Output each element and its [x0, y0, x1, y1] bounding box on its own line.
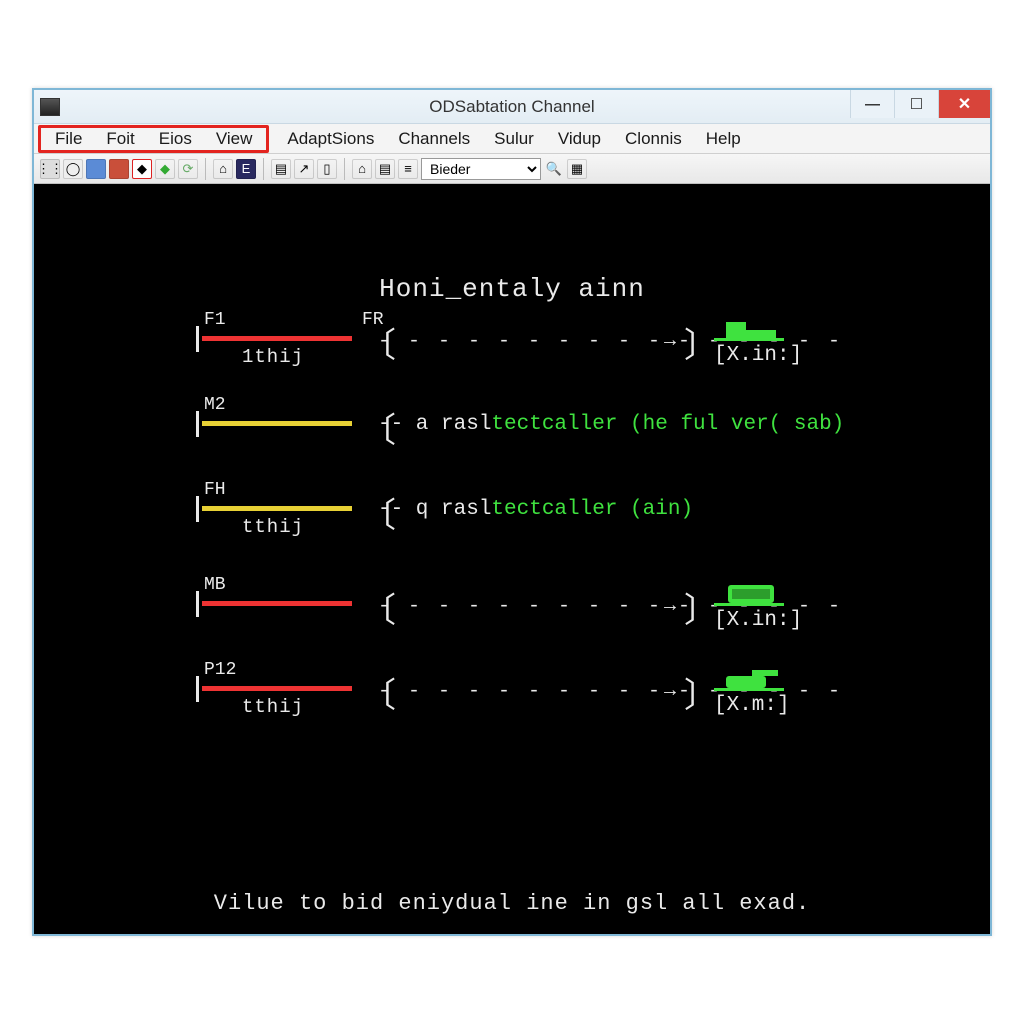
row-bar [202, 686, 352, 691]
menu-highlight-box: File Foit Eios View [38, 125, 269, 153]
row-tag: MB [204, 575, 226, 595]
row-tag: FH [204, 480, 226, 500]
tool-icon-6[interactable]: ◆ [155, 159, 175, 179]
row-text: -- a rasltectcaller (he ful ver( sab) [378, 413, 844, 436]
row-tag: M2 [204, 395, 226, 415]
menu-adaptsions[interactable]: AdaptSions [275, 127, 386, 151]
menu-help[interactable]: Help [694, 127, 753, 151]
row-tick [196, 676, 199, 702]
tool-icon-4[interactable] [109, 159, 129, 179]
row-text: -- q rasltectcaller (ain) [378, 498, 693, 521]
sprite-underline [714, 688, 784, 691]
tool-icon-12[interactable]: ▯ [317, 159, 337, 179]
sprite-underline [714, 338, 784, 341]
canvas-footer: Vilue to bid eniydual ine in gsl all exa… [34, 891, 990, 916]
toolbar-sep-3 [344, 158, 345, 180]
row-tick [196, 496, 199, 522]
tool-icon-1[interactable]: ⋮⋮ [40, 159, 60, 179]
app-window: ODSabtation Channel File Foit Eios View … [32, 88, 992, 936]
titlebar: ODSabtation Channel [34, 90, 990, 124]
sprite-icon [722, 581, 780, 605]
bracket-close-icon: 〕 [684, 318, 718, 368]
window-title: ODSabtation Channel [34, 97, 990, 117]
toolbar: ⋮⋮ ◯ ◆ ◆ ⟳ ⌂ E ▤ ↗ ▯ ⌂ ▤ ≡ Bieder 🔍 ▦ [34, 154, 990, 184]
toolbar-select[interactable]: Bieder [421, 158, 541, 180]
window-controls [850, 90, 990, 118]
tool-icon-8[interactable]: ⌂ [213, 159, 233, 179]
tool-icon-2[interactable]: ◯ [63, 159, 83, 179]
row-sublabel: tthij [242, 696, 304, 718]
bracket-close-icon: 〕 [684, 583, 718, 633]
toolbar-sep-1 [205, 158, 206, 180]
arrow-head-icon: → [664, 330, 676, 353]
row-sublabel: 1thij [242, 346, 304, 368]
toolbar-sep-2 [263, 158, 264, 180]
menu-file[interactable]: File [43, 127, 94, 151]
signal-row-F1: F1FR1thij〔- - - - - - - - - - - - - - - … [194, 314, 910, 384]
tool-icon-5[interactable]: ◆ [132, 159, 152, 179]
menu-channels[interactable]: Channels [386, 127, 482, 151]
row-end-label: [X.m:] [714, 694, 790, 717]
menu-vidup[interactable]: Vidup [546, 127, 613, 151]
row-sublabel: tthij [242, 516, 304, 538]
menu-clonnis[interactable]: Clonnis [613, 127, 694, 151]
arrow-head-icon: → [664, 595, 676, 618]
tool-icon-3[interactable] [86, 159, 106, 179]
menu-sulur[interactable]: Sulur [482, 127, 546, 151]
tool-icon-10[interactable]: ▤ [271, 159, 291, 179]
menu-eios[interactable]: Eios [147, 127, 204, 151]
terminal-canvas: Honi_entaly ainn F1FR1thij〔- - - - - - -… [34, 184, 990, 934]
tool-icon-11[interactable]: ↗ [294, 159, 314, 179]
row-tick [196, 591, 199, 617]
menu-view[interactable]: View [204, 127, 265, 151]
minimize-button[interactable] [850, 90, 894, 118]
sprite-underline [714, 603, 784, 606]
arrow-head-icon: → [664, 680, 676, 703]
row-bar [202, 506, 352, 511]
home-icon[interactable]: ⌂ [352, 159, 372, 179]
row-tag: P12 [204, 660, 236, 680]
sprite-icon [722, 666, 780, 690]
row-bar [202, 601, 352, 606]
menubar: File Foit Eios View AdaptSions Channels … [34, 124, 990, 154]
tool-icon-7[interactable]: ⟳ [178, 159, 198, 179]
signal-row-MB: MB〔- - - - - - - - - - - - - - - -→〕[X.i… [194, 579, 910, 649]
maximize-button[interactable] [894, 90, 938, 118]
sprite-icon [722, 316, 780, 340]
tool-icon-14[interactable]: ▦ [567, 159, 587, 179]
tool-icon-13[interactable]: ▤ [375, 159, 395, 179]
row-bar [202, 336, 352, 341]
signal-row-P12: P12tthij〔- - - - - - - - - - - - - - - -… [194, 664, 910, 734]
bracket-close-icon: 〕 [684, 668, 718, 718]
app-icon [40, 98, 60, 116]
row-end-label: [X.in:] [714, 609, 802, 632]
row-tick [196, 326, 199, 352]
canvas-heading: Honi_entaly ainn [34, 274, 990, 304]
row-bar [202, 421, 352, 426]
signal-row-FH: FHtthij〔-- q rasltectcaller (ain) [194, 484, 910, 554]
tool-icon-9[interactable]: E [236, 159, 256, 179]
signal-row-M2: M2〔-- a rasltectcaller (he ful ver( sab) [194, 399, 910, 469]
row-tag: F1 [204, 310, 226, 330]
row-tick [196, 411, 199, 437]
close-button[interactable] [938, 90, 990, 118]
row-end-label: [X.in:] [714, 344, 802, 367]
list-icon[interactable]: ≡ [398, 159, 418, 179]
menu-foit[interactable]: Foit [94, 127, 146, 151]
search-icon[interactable]: 🔍 [544, 159, 564, 179]
